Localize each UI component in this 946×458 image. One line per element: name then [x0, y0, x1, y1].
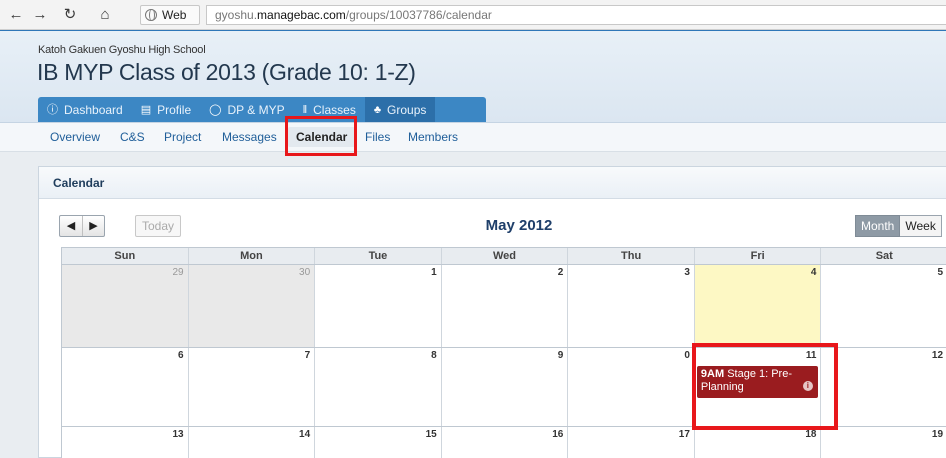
day-number: 19	[931, 429, 944, 440]
next-month-icon[interactable]: ▶	[82, 216, 104, 236]
weekday-label: Tue	[314, 248, 441, 264]
subnav-project[interactable]: Project	[164, 130, 201, 144]
day-cell[interactable]: 14	[187, 427, 315, 458]
url-path: /groups/10037786/calendar	[345, 8, 492, 22]
day-number: 6	[178, 350, 184, 361]
web-label: Web	[162, 8, 187, 22]
day-cell[interactable]: 2	[440, 265, 568, 347]
tab-groups[interactable]: ♣ Groups	[364, 97, 436, 123]
address-bar[interactable]: gyoshu.managebac.com/groups/10037786/cal…	[206, 5, 946, 25]
weekday-label: Sun	[61, 248, 188, 264]
day-cell[interactable]: 19	[820, 427, 946, 458]
globe-icon	[145, 9, 157, 21]
day-number: 18	[805, 429, 817, 440]
subnav-files[interactable]: Files	[365, 130, 390, 144]
page-title: IB MYP Class of 2013 (Grade 10: 1-Z)	[37, 59, 416, 85]
weekday-label: Wed	[440, 248, 568, 264]
day-cell[interactable]: 12	[820, 348, 946, 426]
day-number: 5	[937, 267, 944, 278]
day-cell[interactable]: 16	[440, 427, 568, 458]
subnav-messages[interactable]: Messages	[222, 130, 277, 144]
sub-navigation: Overview C&S Project Messages Calendar F…	[0, 122, 946, 152]
browser-toolbar: ← → ↻ ⌂ Web gyoshu.managebac.com/groups/…	[0, 0, 946, 30]
day-cell[interactable]: 0	[567, 348, 694, 426]
day-cell[interactable]: 7	[187, 348, 315, 426]
day-number: 7	[304, 350, 311, 361]
day-number: 12	[931, 350, 944, 361]
day-cell[interactable]: 8	[314, 348, 441, 426]
tab-dashboard[interactable]: ⓘ Dashboard	[38, 97, 132, 123]
arrow-right-icon[interactable]: →	[30, 5, 50, 25]
week-view-button[interactable]: Week	[900, 215, 942, 237]
view-switcher: Month Week	[855, 215, 942, 237]
day-cell-today[interactable]: 4	[693, 265, 821, 347]
weekday-label: Mon	[187, 248, 315, 264]
day-cell[interactable]: 9	[440, 348, 568, 426]
day-number: 13	[172, 429, 184, 440]
tab-label: DP & MYP	[227, 103, 285, 117]
week-row: 13 14 15 16 17 18 19	[61, 427, 946, 458]
tab-label: Dashboard	[64, 103, 123, 117]
calendar-toolbar: ◀ ▶ Today May 2012 Month Week	[59, 215, 946, 237]
day-number: 1	[431, 267, 437, 278]
highlight-box-event	[692, 343, 838, 430]
today-button[interactable]: Today	[135, 215, 181, 237]
web-identity-chip[interactable]: Web	[140, 5, 200, 25]
url-prefix: gyoshu.	[215, 8, 258, 22]
tab-label: Groups	[387, 103, 427, 117]
day-number: 15	[425, 429, 437, 440]
day-number: 3	[684, 267, 690, 278]
day-number: 4	[810, 267, 817, 278]
subnav-overview[interactable]: Overview	[50, 130, 100, 144]
group-header: Katoh Gakuen Gyoshu High School IB MYP C…	[0, 30, 946, 123]
day-cell[interactable]: 29	[61, 265, 188, 347]
day-cell[interactable]: 17	[567, 427, 694, 458]
day-number: 8	[431, 350, 437, 361]
day-cell[interactable]: 30	[187, 265, 315, 347]
main-tabs: ⓘ Dashboard ▤ Profile ◯ DP & MYP ‖ Classes ♣…	[38, 97, 486, 123]
weekday-label: Thu	[567, 248, 694, 264]
week-row: 29 30 1 2 3 4 5	[61, 265, 946, 348]
subnav-cs[interactable]: C&S	[120, 130, 145, 144]
day-cell[interactable]: 13	[61, 427, 188, 458]
url-domain: managebac.com	[257, 8, 346, 22]
month-nav: ◀ ▶	[59, 215, 105, 237]
weekday-label: Fri	[693, 248, 821, 264]
highlight-box-calendar-tab	[285, 116, 357, 156]
school-name: Katoh Gakuen Gyoshu High School	[38, 44, 206, 56]
weekday-label: Sat	[820, 248, 946, 264]
home-icon[interactable]: ⌂	[95, 5, 115, 25]
day-number: 30	[299, 267, 311, 278]
tab-label: Profile	[157, 103, 192, 117]
tab-profile[interactable]: ▤ Profile	[132, 97, 200, 123]
month-view-button[interactable]: Month	[855, 215, 901, 237]
weekday-header: Sun Mon Tue Wed Thu Fri Sat	[61, 247, 946, 265]
day-number: 29	[172, 267, 184, 278]
day-cell[interactable]: 18	[693, 427, 821, 458]
prev-month-icon[interactable]: ◀	[60, 216, 82, 236]
day-number: 9	[557, 350, 564, 361]
panel-title: Calendar	[39, 167, 946, 199]
reload-icon[interactable]: ↻	[60, 5, 80, 25]
month-title: May 2012	[485, 217, 553, 234]
day-number: 2	[557, 267, 564, 278]
trophy-icon: ♣	[373, 104, 382, 116]
subnav-members[interactable]: Members	[408, 130, 458, 144]
day-cell[interactable]: 15	[314, 427, 441, 458]
globe-icon: ◯	[209, 104, 222, 116]
arrow-left-icon[interactable]: ←	[6, 5, 26, 25]
tab-dp-myp[interactable]: ◯ DP & MYP	[200, 97, 293, 123]
info-icon: ⓘ	[47, 104, 58, 116]
id-card-icon: ▤	[140, 104, 152, 116]
day-cell[interactable]: 1	[314, 265, 441, 347]
day-cell[interactable]: 3	[567, 265, 694, 347]
day-number: 17	[678, 429, 690, 440]
day-number: 16	[552, 429, 564, 440]
day-number: 14	[299, 429, 311, 440]
day-cell[interactable]: 6	[61, 348, 188, 426]
day-cell[interactable]: 5	[820, 265, 946, 347]
day-number: 0	[684, 350, 690, 361]
